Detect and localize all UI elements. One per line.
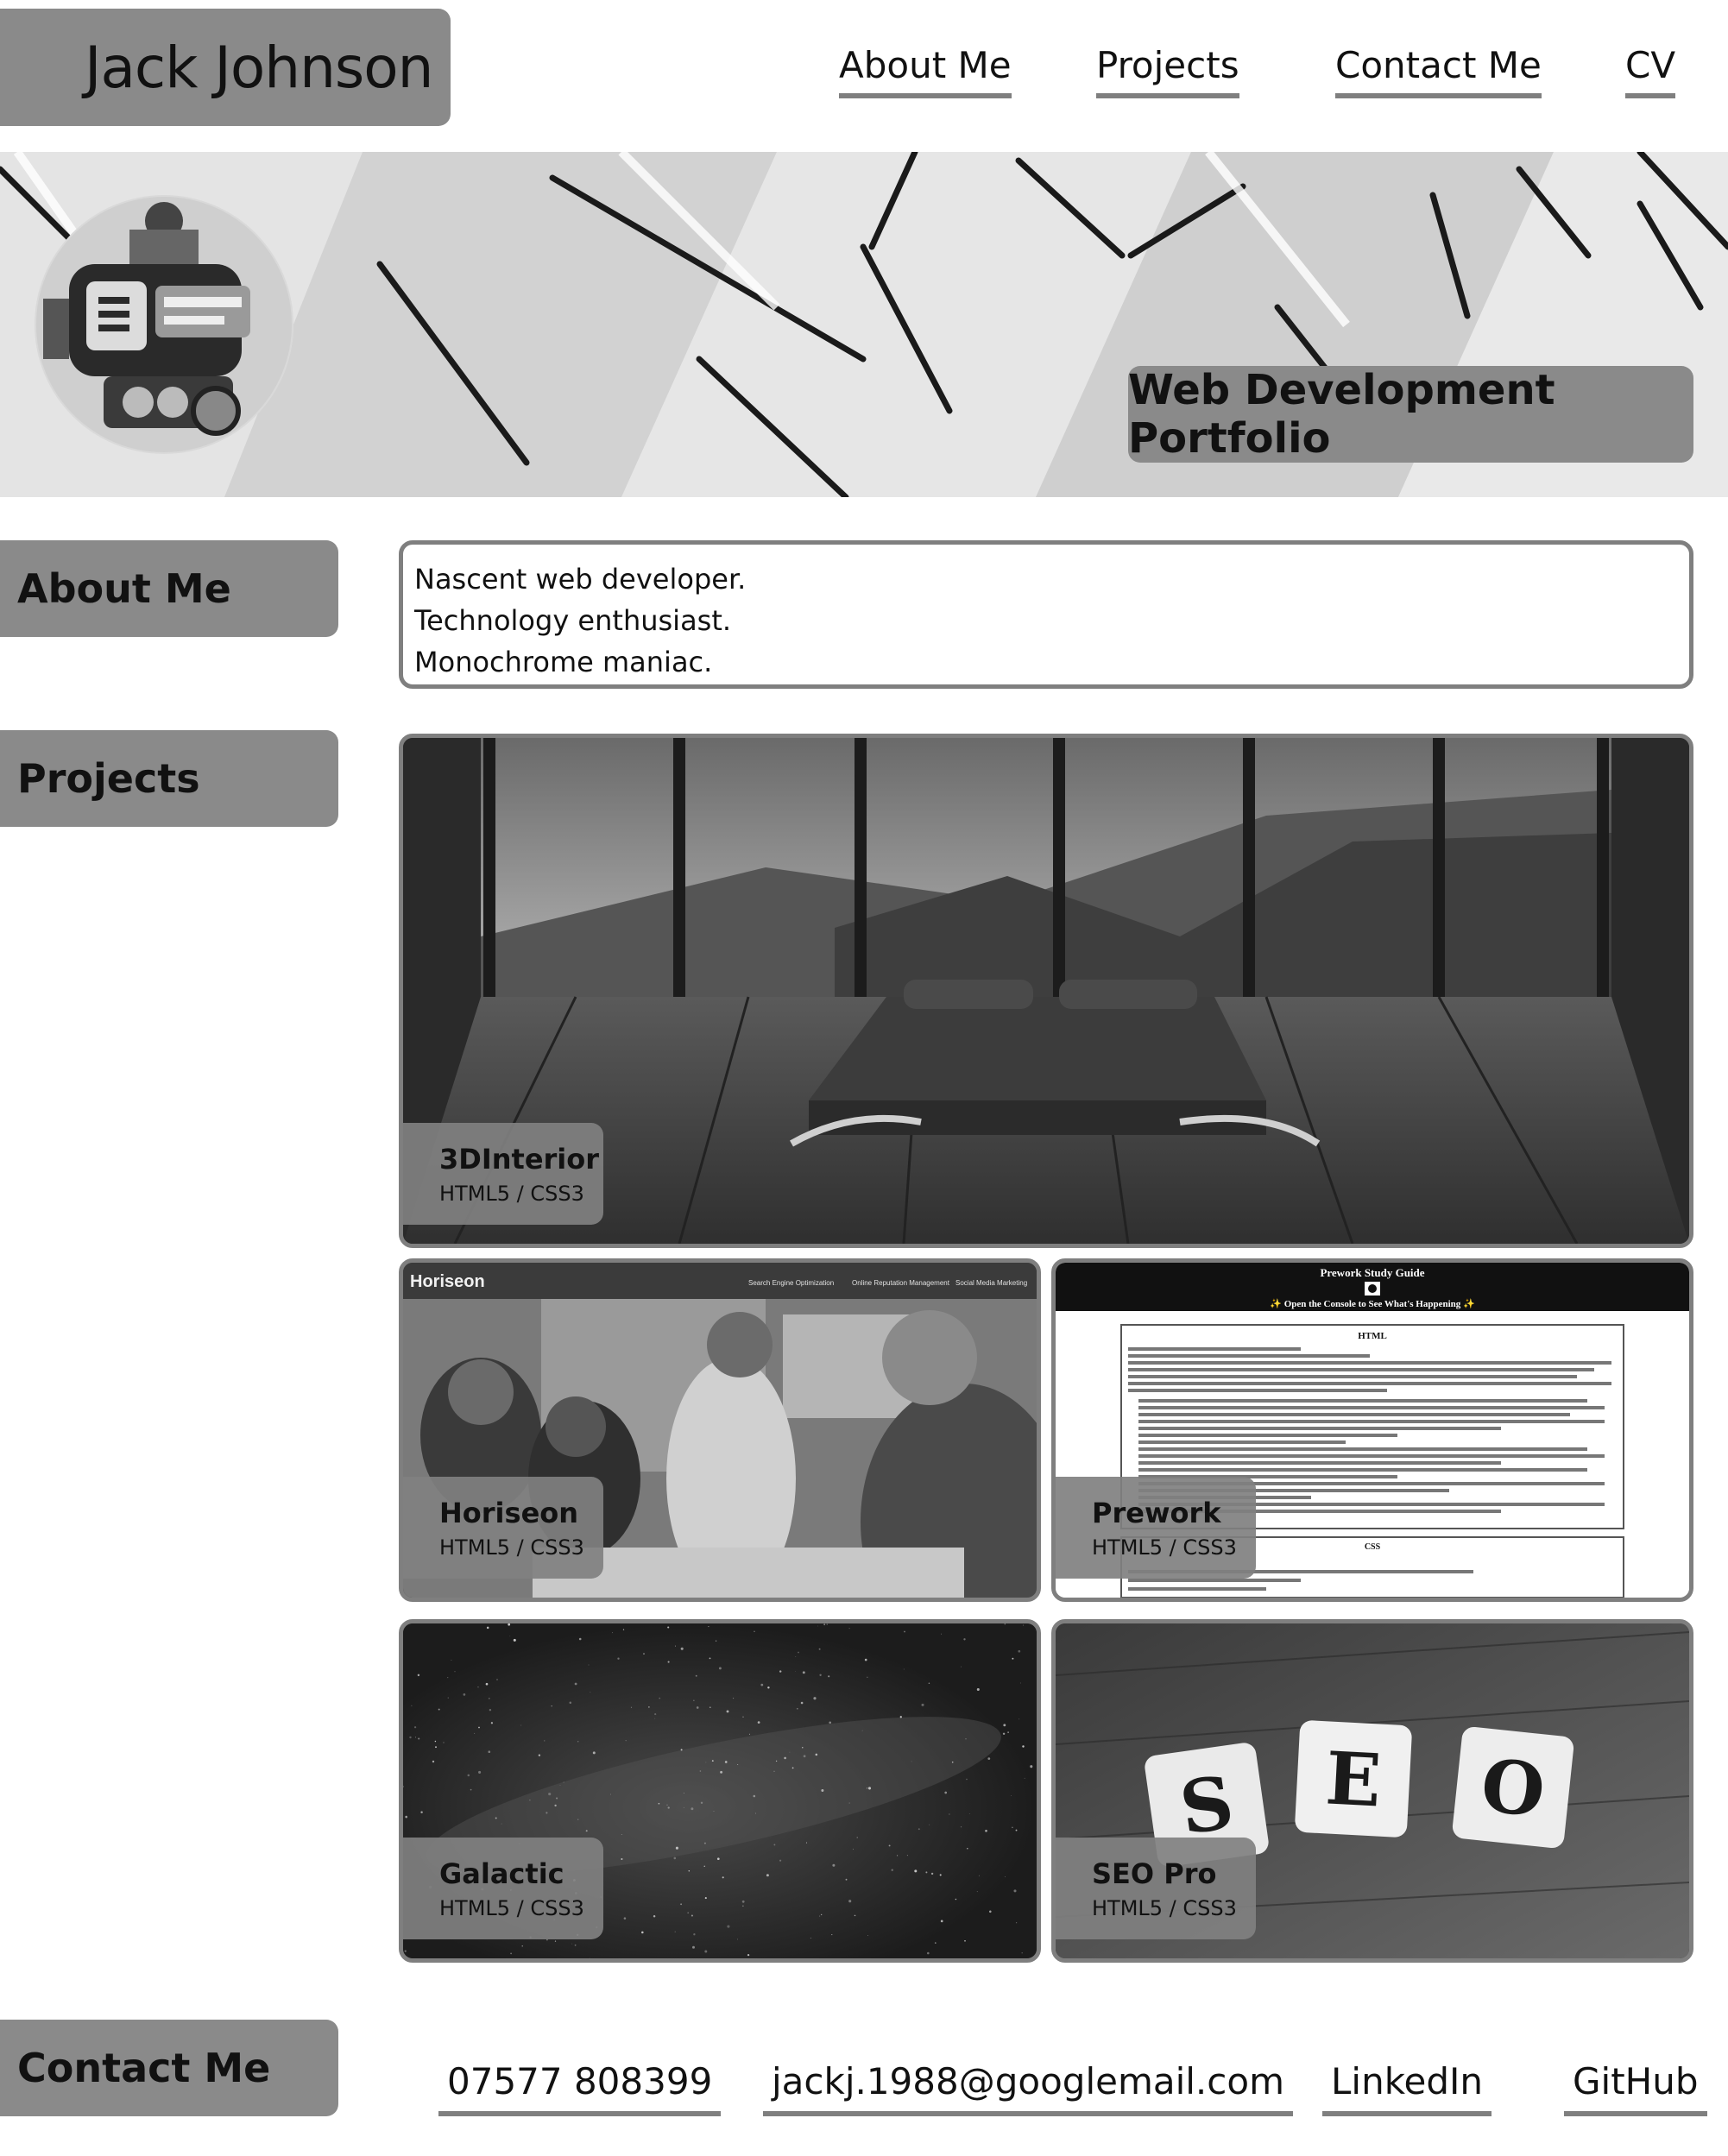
project-label: SEO Pro HTML5 / CSS3: [1056, 1838, 1256, 1939]
project-card-prework[interactable]: Prework Study Guide ✨ Open the Console t…: [1051, 1258, 1693, 1602]
project-tech: HTML5 / CSS3: [439, 1182, 584, 1206]
nav-link-contact-me[interactable]: Contact Me: [1335, 43, 1542, 98]
about-line: Nascent web developer.: [414, 563, 747, 596]
project-title: SEO Pro: [1092, 1857, 1217, 1890]
horiseon-nav-item: Social Media Marketing: [955, 1279, 1027, 1287]
prework-subtitle: ✨ Open the Console to See What's Happeni…: [1270, 1298, 1475, 1309]
project-title: Horiseon: [439, 1497, 579, 1529]
contact-phone-link[interactable]: 07577 808399: [438, 2059, 722, 2116]
project-card-horiseon[interactable]: Horiseon Search Engine Optimization Onli…: [399, 1258, 1041, 1602]
section-label-projects: Projects: [0, 730, 338, 827]
contact-email-link[interactable]: jackj.1988@googlemail.com: [763, 2059, 1293, 2116]
seo-tile-letter: O: [1477, 1742, 1548, 1833]
seo-tile-letter: E: [1323, 1735, 1383, 1823]
project-tech: HTML5 / CSS3: [1092, 1535, 1237, 1560]
project-tech: HTML5 / CSS3: [439, 1896, 584, 1920]
nav-link-projects[interactable]: Projects: [1096, 43, 1239, 98]
about-line: Technology enthusiast.: [414, 604, 732, 637]
project-label: Prework HTML5 / CSS3: [1056, 1477, 1256, 1579]
project-label: 3DInterior HTML5 / CSS3: [403, 1123, 603, 1225]
project-tech: HTML5 / CSS3: [1092, 1896, 1237, 1920]
horiseon-nav-item: Search Engine Optimization: [748, 1279, 834, 1287]
project-title: Galactic: [439, 1857, 564, 1890]
top-navigation: About Me Projects Contact Me CV: [0, 0, 1728, 138]
project-title: Prework: [1092, 1497, 1221, 1529]
prework-section-css: CSS: [1365, 1542, 1381, 1552]
project-card-galactic[interactable]: Galactic HTML5 / CSS3: [399, 1619, 1041, 1963]
nav-link-cv[interactable]: CV: [1625, 43, 1676, 98]
project-tech: HTML5 / CSS3: [439, 1535, 584, 1560]
hero-title: Web Development Portfolio: [1128, 366, 1693, 463]
project-label: Galactic HTML5 / CSS3: [403, 1838, 603, 1939]
project-label: Horiseon HTML5 / CSS3: [403, 1477, 603, 1579]
prework-section-html: HTML: [1358, 1331, 1387, 1341]
horiseon-nav-item: Online Reputation Management: [852, 1279, 950, 1287]
robot-avatar-icon: [35, 195, 293, 454]
section-label-about-me: About Me: [0, 540, 338, 637]
horiseon-brand: Horiseon: [410, 1272, 485, 1291]
prework-title: Prework Study Guide: [1320, 1266, 1424, 1279]
about-line: Monochrome maniac.: [414, 646, 713, 678]
avatar: [35, 195, 293, 454]
project-card-seo-pro[interactable]: S E O SEO Pro HTML5 / CSS3: [1051, 1619, 1693, 1963]
about-description: Nascent web developer. Technology enthus…: [399, 540, 1693, 689]
project-title: 3DInterior: [439, 1143, 600, 1176]
contact-github-link[interactable]: GitHub: [1564, 2059, 1707, 2116]
project-card-3dinterior[interactable]: 3DInterior HTML5 / CSS3: [399, 734, 1693, 1248]
contact-linkedin-link[interactable]: LinkedIn: [1322, 2059, 1492, 2116]
nav-link-about-me[interactable]: About Me: [839, 43, 1012, 98]
section-label-contact-me: Contact Me: [0, 2020, 338, 2116]
